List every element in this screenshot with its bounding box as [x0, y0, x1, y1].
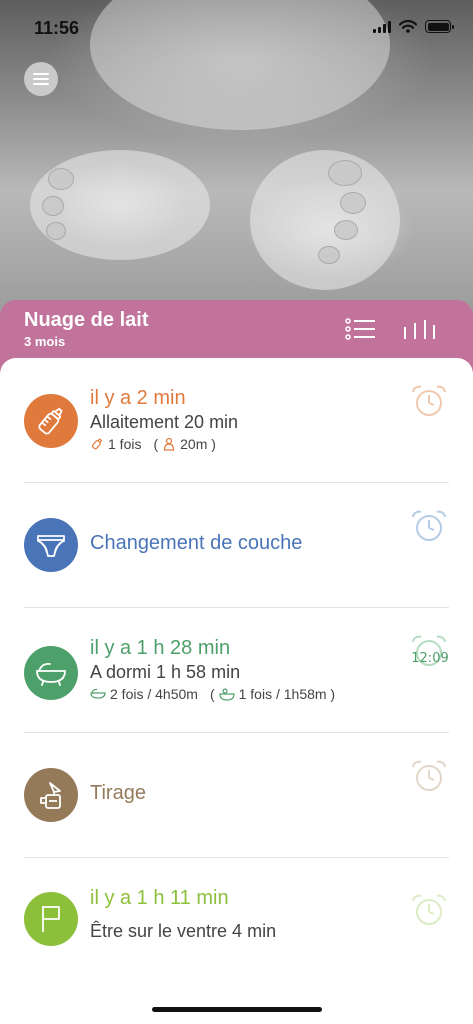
sleep-summary: 2 fois / 4h50m ( 1 fois / 1h58m ) — [90, 686, 335, 702]
nap-small-icon — [219, 687, 235, 701]
baby-photo — [0, 0, 473, 320]
alarm-clock-icon[interactable] — [410, 893, 448, 927]
breast-pump-icon — [24, 768, 78, 822]
crib-small-icon — [90, 688, 106, 699]
diaper-icon — [24, 518, 78, 572]
child-age: 3 mois — [24, 334, 66, 349]
sleep-time-ago: il y a 1 h 28 min — [90, 637, 231, 659]
status-icons — [373, 20, 454, 33]
hamburger-icon — [33, 73, 49, 75]
list-view-icon[interactable] — [344, 318, 376, 340]
activity-row-pump[interactable]: Tirage — [0, 733, 473, 857]
activity-row-tummy-time[interactable]: il y a 1 h 11 min Être sur le ventre 4 m… — [0, 858, 473, 982]
wifi-icon — [399, 20, 417, 33]
flag-icon — [24, 892, 78, 946]
pump-title: Tirage — [90, 782, 146, 804]
status-time: 11:56 — [34, 18, 80, 38]
feeding-time-ago: il y a 2 min — [90, 387, 186, 409]
diaper-title: Changement de couche — [90, 532, 303, 554]
tummy-time-ago: il y a 1 h 11 min — [90, 887, 229, 909]
nap-duration: 1 fois / 1h58m ) — [238, 686, 336, 702]
bottle-icon — [24, 394, 78, 448]
activity-row-diaper[interactable]: Changement de couche — [0, 483, 473, 607]
activity-card: il y a 2 min Allaitement 20 min 1 fois (… — [0, 358, 473, 1024]
bottle-small-icon — [91, 438, 103, 450]
menu-button[interactable] — [24, 62, 58, 96]
feeding-summary: 1 fois ( 20m ) — [90, 436, 216, 452]
home-indicator[interactable] — [152, 1007, 322, 1012]
tummy-description: Être sur le ventre 4 min — [90, 921, 277, 941]
alarm-time: 12:09 — [411, 651, 449, 666]
breastfeeding-duration: 20m ) — [180, 436, 216, 452]
child-name[interactable]: Nuage de lait — [24, 309, 148, 332]
alarm-clock-icon[interactable] — [410, 759, 448, 793]
alarm-clock-icon[interactable] — [410, 384, 448, 418]
activity-row-feeding[interactable]: il y a 2 min Allaitement 20 min 1 fois (… — [0, 358, 473, 482]
activity-row-sleep[interactable]: il y a 1 h 28 min A dormi 1 h 58 min 2 f… — [0, 608, 473, 732]
sleep-description: A dormi 1 h 58 min — [90, 662, 241, 682]
feeding-description: Allaitement 20 min — [90, 412, 239, 432]
feeding-count: 1 fois — [108, 436, 142, 452]
crib-icon — [24, 646, 78, 700]
cellular-signal-icon — [373, 20, 391, 33]
sleep-count: 2 fois / 4h50m — [110, 686, 198, 702]
paren-open: ( — [153, 436, 159, 452]
breastfeeding-small-icon — [164, 437, 175, 451]
alarm-clock-icon[interactable] — [410, 509, 448, 543]
battery-icon — [425, 20, 454, 33]
chart-view-icon[interactable] — [402, 318, 436, 340]
paren-open: ( — [209, 686, 215, 702]
